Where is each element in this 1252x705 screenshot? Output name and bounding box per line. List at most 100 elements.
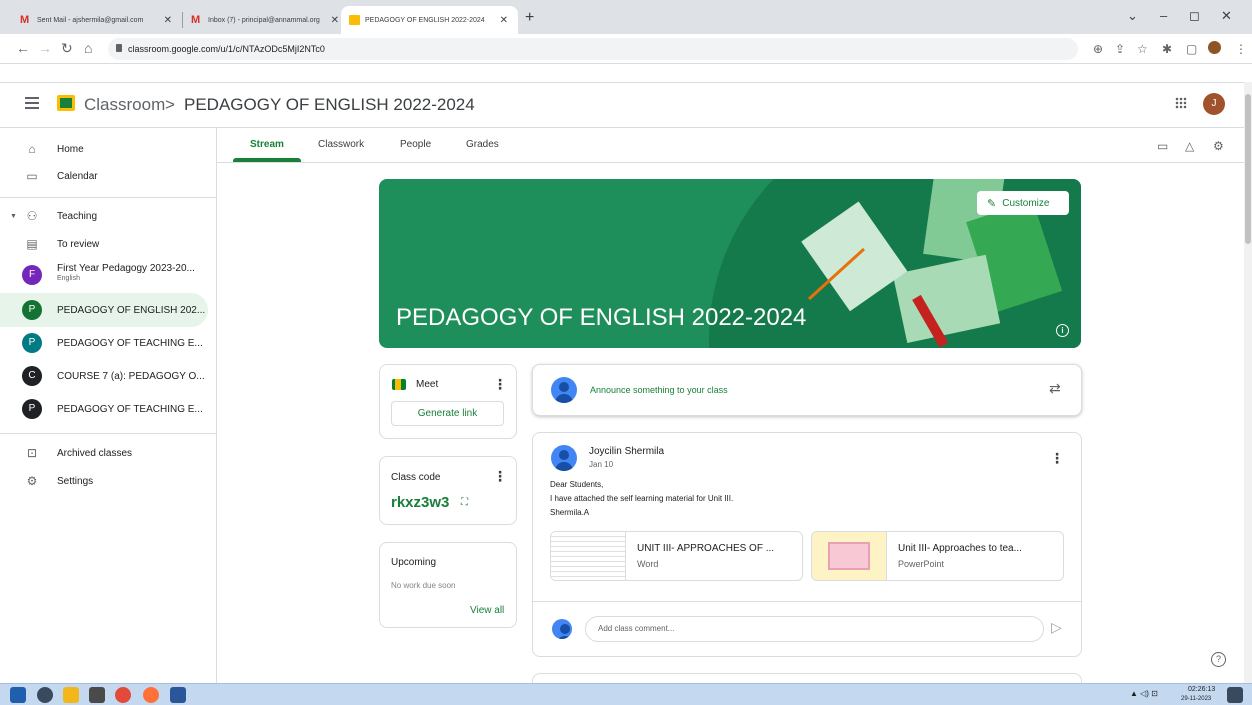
slide-preview [828,542,870,570]
side-panel-icon[interactable]: ▢ [1186,42,1197,56]
forward-icon[interactable]: → [38,40,52,56]
generate-link-button[interactable]: Generate link [391,401,504,426]
info-icon[interactable]: i [1056,324,1069,337]
post-text: Dear Students, [550,480,604,489]
send-icon[interactable]: ▷ [1051,619,1062,636]
chrome-icon[interactable] [115,687,131,703]
sidebar-item-class[interactable]: F First Year Pedagogy 2023-20... English [0,256,208,294]
attachment-type: PowerPoint [898,559,945,569]
scroll-thumb[interactable] [1245,94,1251,244]
tab-title: Sent Mail - ajshermila@gmail.com [37,16,144,24]
url-field[interactable]: classroom.google.com/u/1/c/NTAzODc5MjI2N… [108,38,1078,60]
banner-title: PEDAGOGY OF ENGLISH 2022-2024 [396,304,807,331]
sidebar-item-label: PEDAGOGY OF ENGLISH 202... [57,304,206,316]
classroom-header: Classroom > PEDAGOGY OF ENGLISH 2022-202… [0,82,1244,128]
app-title[interactable]: Classroom [84,95,165,115]
clock-time[interactable]: 02:26:13 [1188,686,1215,693]
clock-date[interactable]: 29-11-2023 [1181,696,1211,702]
fullscreen-icon[interactable]: ⛶ [461,497,468,508]
main-menu-icon[interactable] [25,97,39,109]
firefox-icon[interactable] [143,687,159,703]
search-icon[interactable] [37,687,53,703]
attachment-powerpoint[interactable]: Unit III- Approaches to tea... PowerPoin… [811,531,1064,581]
calendar-icon[interactable]: ▭ [1157,139,1168,153]
browser-tab-classroom[interactable]: PEDAGOGY OF ENGLISH 2022-2024 ✕ [341,6,518,34]
profile-icon[interactable] [1208,41,1221,54]
more-options-icon[interactable]: ⋮ [493,376,507,393]
breadcrumb-class-name[interactable]: PEDAGOGY OF ENGLISH 2022-2024 [184,95,475,115]
close-icon[interactable]: ✕ [500,15,508,26]
sidebar-item-settings[interactable]: ⚙ Settings [0,464,208,498]
breadcrumb-separator: > [165,95,175,114]
tab-classwork[interactable]: Classwork [318,139,364,150]
reload-icon[interactable]: ↻ [61,40,73,57]
window-close-icon[interactable]: ✕ [1221,8,1232,24]
customize-button[interactable]: ✎ Customize [977,191,1069,215]
document-thumbnail [551,532,626,580]
sidebar-item-label: PEDAGOGY OF TEACHING E... [57,403,203,415]
restore-icon[interactable]: ◻ [1189,8,1200,24]
upcoming-card: Upcoming No work due soon View all [379,542,517,628]
attachment-word[interactable]: UNIT III- APPROACHES OF ... Word [550,531,803,581]
announce-card[interactable]: Announce something to your class ⇄ [532,364,1082,416]
sidebar-item-label: Home [57,143,84,155]
class-code-value: rkxz3w3 [391,494,450,511]
avatar [552,619,572,639]
extensions-icon[interactable]: ✱ [1162,42,1172,56]
sidebar-item-class[interactable]: P PEDAGOGY OF TEACHING E... [0,392,208,426]
scrollbar[interactable] [1244,82,1252,683]
announce-prompt[interactable]: Announce something to your class [590,385,728,395]
share-icon[interactable]: ⇪ [1115,42,1125,56]
active-tab-indicator [233,158,301,162]
pencil-icon: ✎ [987,197,997,210]
class-avatar: P [22,333,42,353]
more-options-icon[interactable]: ⋮ [1050,450,1064,467]
divider [533,601,1081,602]
help-icon[interactable]: ? [1211,652,1226,667]
new-tab-icon[interactable]: + [525,9,534,27]
system-tray-icons[interactable]: ▲ ◁) ⊡ [1130,689,1158,698]
browser-menu-icon[interactable]: ⋮ [1235,42,1247,56]
caret-down-icon[interactable]: ▼ [10,213,17,220]
google-apps-icon[interactable] [1175,97,1187,109]
drive-icon[interactable]: △ [1185,139,1194,153]
slides-thumbnail [812,532,887,580]
start-button-icon[interactable] [10,687,26,703]
sidebar-item-calendar[interactable]: ▭ Calendar [0,159,208,193]
browser-tab-gmail-sent[interactable]: M Sent Mail - ajshermila@gmail.com ✕ [12,6,182,34]
word-icon[interactable] [170,687,186,703]
install-icon[interactable]: ⊕ [1093,42,1103,56]
class-avatar: C [22,366,42,386]
classroom-logo-icon[interactable] [57,95,75,111]
close-icon[interactable]: ✕ [331,15,339,26]
store-icon[interactable] [89,687,105,703]
back-icon[interactable]: ← [16,40,30,56]
browser-tab-gmail-inbox[interactable]: M Inbox (7) - principal@annammal.org ✕ [183,6,349,34]
more-options-icon[interactable]: ⋮ [493,468,507,485]
tab-people[interactable]: People [400,139,431,150]
sidebar-item-class[interactable]: C COURSE 7 (a): PEDAGOGY O... [0,359,208,393]
tab-stream[interactable]: Stream [250,139,284,150]
comment-input[interactable]: Add class comment... [585,616,1044,642]
sidebar-item-class-active[interactable]: P PEDAGOGY OF ENGLISH 202... [0,293,208,327]
tab-title: Inbox (7) - principal@annammal.org [208,16,320,24]
upcoming-empty-text: No work due soon [391,581,456,590]
view-all-link[interactable]: View all [470,605,504,616]
gear-icon[interactable]: ⚙ [1213,139,1224,153]
notifications-icon[interactable] [1227,687,1243,703]
sidebar-item-class[interactable]: P PEDAGOGY OF TEACHING E... [0,326,208,360]
avatar [551,445,577,471]
tab-grades[interactable]: Grades [466,139,499,150]
tab-title: PEDAGOGY OF ENGLISH 2022-2024 [365,16,485,24]
minimize-icon[interactable]: – [1160,8,1167,23]
avatar [551,377,577,403]
file-explorer-icon[interactable] [63,687,79,703]
sidebar: ⌂ Home ▭ Calendar ▼ ⚇ Teaching ▤ To revi… [0,128,217,683]
repost-icon[interactable]: ⇄ [1049,380,1061,397]
tab-search-icon[interactable]: ⌄ [1127,8,1138,24]
home-icon[interactable]: ⌂ [84,40,92,56]
close-icon[interactable]: ✕ [164,15,172,26]
account-avatar[interactable]: J [1203,93,1225,115]
bookmark-star-icon[interactable]: ☆ [1137,42,1148,56]
class-avatar: F [22,265,42,285]
